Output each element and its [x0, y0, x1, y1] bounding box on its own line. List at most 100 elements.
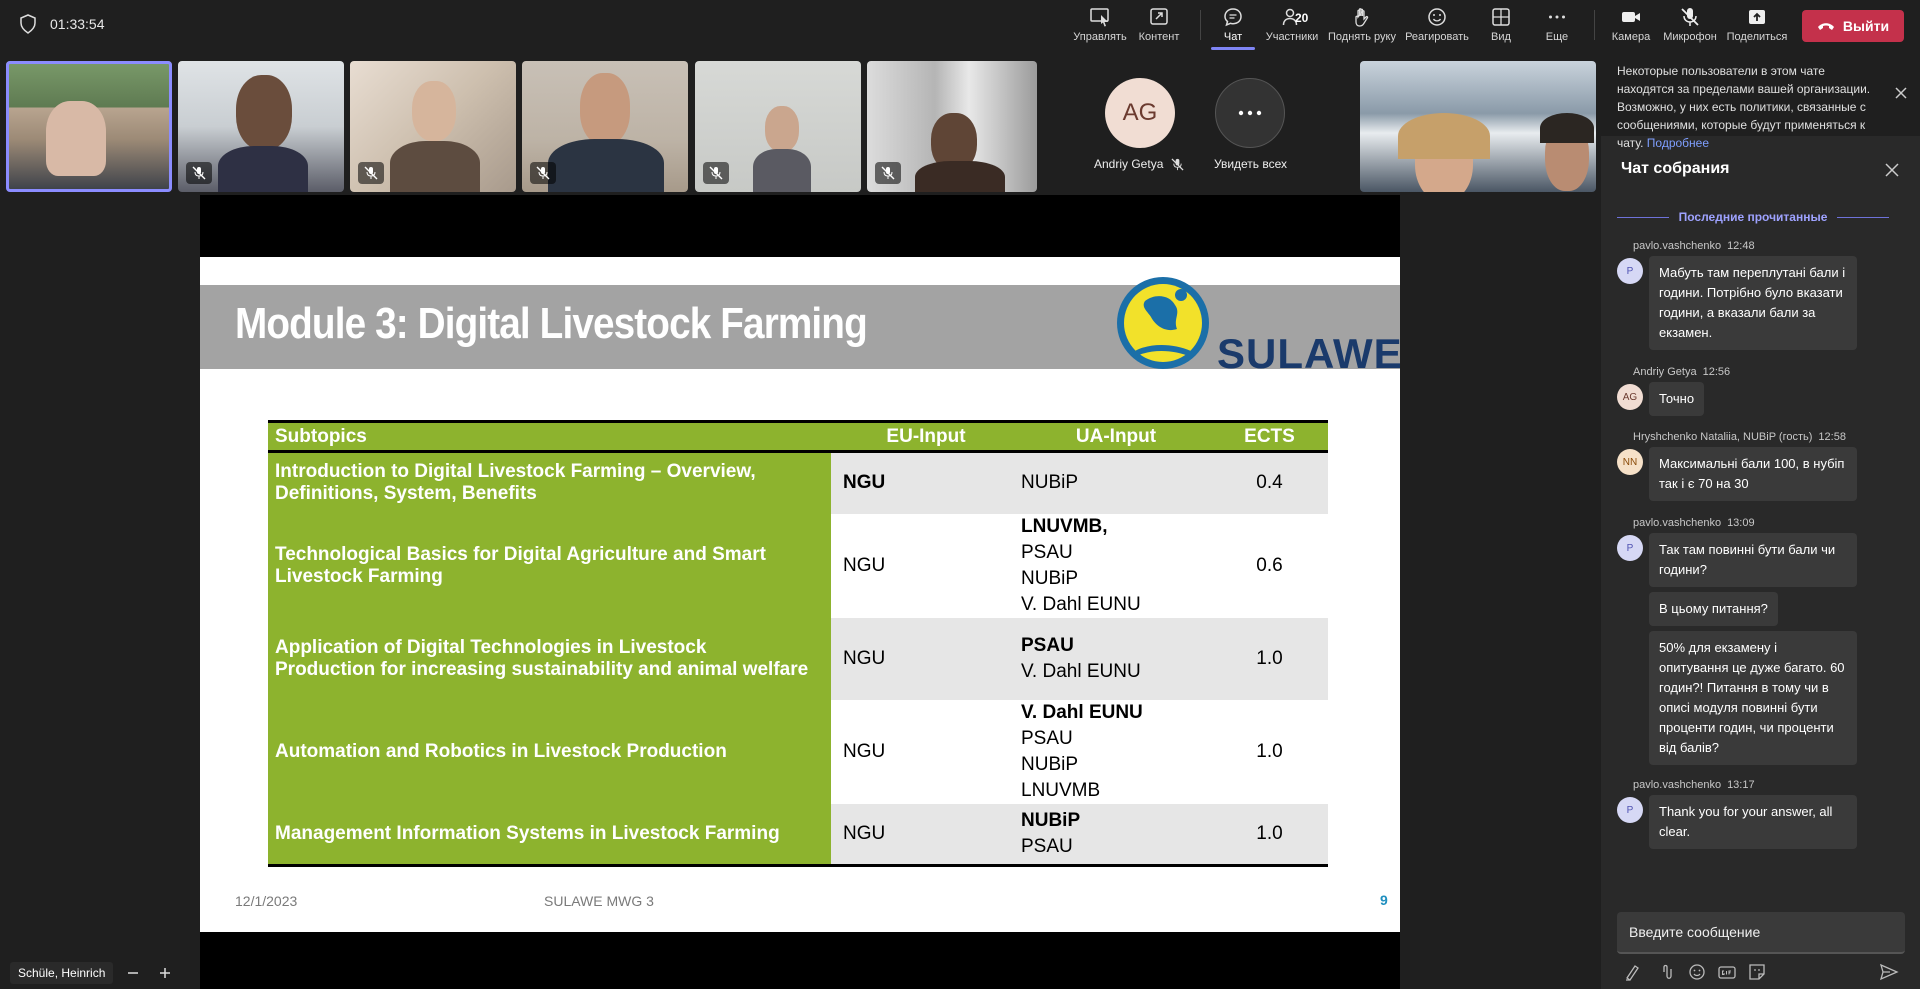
more-button[interactable]: Еще: [1540, 6, 1574, 48]
close-icon[interactable]: [1894, 86, 1908, 100]
see-all-label: Увидеть всех: [1214, 157, 1288, 171]
gif-icon[interactable]: [1717, 962, 1737, 982]
camera-button[interactable]: Камера: [1610, 6, 1652, 48]
ua-rest: PSAU: [1021, 835, 1073, 857]
avatar-initials: AG: [1122, 99, 1158, 126]
muted-indicator: [358, 162, 384, 184]
participant-tile-5[interactable]: [695, 61, 861, 192]
last-read-label: Последние прочитанные: [1678, 210, 1828, 224]
participant-name-andriy: Andriy Getya: [1094, 157, 1184, 171]
message-meta: pavlo.vashchenko 13:09: [1633, 517, 1755, 529]
message-meta: pavlo.vashchenko 12:48: [1633, 240, 1755, 252]
participant-tile-group[interactable]: [1360, 61, 1596, 192]
minus-icon: [128, 972, 138, 974]
avatar: P: [1617, 797, 1643, 823]
last-read-divider: Последние прочитанные: [1617, 210, 1889, 224]
slide-footer-title: SULAWE MWG 3: [544, 893, 654, 909]
participants-button[interactable]: Участники: [1264, 6, 1320, 48]
more-dots-icon: [1238, 110, 1262, 116]
share-button[interactable]: Поделиться: [1727, 6, 1787, 48]
message-meta: Hryshchenko Nataliia, NUBiP (гость) 12:58: [1633, 431, 1846, 443]
see-all-button[interactable]: [1215, 78, 1285, 148]
message-time: 13:17: [1727, 779, 1755, 791]
send-icon[interactable]: [1879, 962, 1899, 982]
chat-message[interactable]: Точно: [1649, 382, 1705, 416]
more-dots-icon: [1549, 15, 1565, 19]
ua-input-cell: NUBiP: [1021, 451, 1211, 514]
chat-message[interactable]: Thank you for your answer, all clear.: [1649, 795, 1857, 849]
camera-icon: [1622, 12, 1640, 22]
zoom-out-button[interactable]: [120, 962, 146, 984]
participant-tile-4[interactable]: [522, 61, 688, 192]
mic-off-icon: [1171, 157, 1184, 171]
content-button[interactable]: Контент: [1135, 6, 1183, 48]
participant-face: [412, 81, 456, 141]
ects-cell: 1.0: [1211, 617, 1328, 700]
chat-message[interactable]: 50% для екзамену і опитування це дуже ба…: [1649, 631, 1857, 765]
ua-rest: NUBiP: [1021, 472, 1079, 494]
message-compose-box[interactable]: Введите сообщение: [1617, 912, 1905, 954]
ects-cell: 0.6: [1256, 554, 1283, 576]
participant-tile-3[interactable]: [350, 61, 516, 192]
shared-screen: Module 3: Digital Livestock Farming SULA…: [200, 195, 1402, 989]
participant-tile-6[interactable]: [867, 61, 1037, 192]
participant-face: [236, 75, 292, 150]
more-label: Еще: [1545, 31, 1569, 43]
meeting-timer: 01:33:54: [50, 16, 105, 32]
chat-panel: Некоторые пользователи в этом чате наход…: [1601, 52, 1920, 989]
chat-message[interactable]: Максимальні бали 100, в нубіп так і є 70…: [1649, 447, 1857, 501]
message-time: 12:48: [1727, 240, 1755, 252]
view-label: Вид: [1491, 31, 1511, 43]
chat-message[interactable]: В цьому питання?: [1649, 592, 1778, 626]
chat-label: Чат: [1223, 31, 1243, 43]
table-row: Introduction to Digital Livestock Farmin…: [268, 451, 1328, 514]
message-meta: Andriy Getya 12:56: [1633, 366, 1730, 378]
chat-message[interactable]: Мабуть там переплутані бали і години. По…: [1649, 256, 1857, 350]
eu-input-cell: NGU: [843, 554, 886, 576]
ua-lead: LNUVMB,: [1021, 515, 1108, 537]
react-button[interactable]: Реагировать: [1405, 6, 1469, 48]
mic-off-icon: [709, 166, 723, 180]
muted-indicator: [530, 162, 556, 184]
participant-tile-schule[interactable]: [6, 61, 172, 192]
chat-message[interactable]: Так там повинні бути бали чи години?: [1649, 533, 1857, 587]
raise-hand-button[interactable]: Поднять руку: [1328, 6, 1396, 48]
control-button[interactable]: Управлять: [1073, 6, 1127, 48]
table-header-row: Subtopics EU-Input UA-Input ECTS: [268, 420, 1328, 453]
slide-title: Module 3: Digital Livestock Farming: [235, 299, 868, 348]
divider-line: [1837, 216, 1889, 218]
eu-input-cell: NGU: [831, 617, 1021, 700]
participant-body: [218, 146, 308, 192]
eu-input-cell: NGU: [831, 803, 1021, 867]
format-pen-icon[interactable]: [1623, 962, 1643, 982]
policy-learn-more-link[interactable]: Подробнее: [1647, 136, 1709, 150]
ua-lead: PSAU: [1021, 634, 1074, 656]
microphone-button[interactable]: Микрофон: [1662, 6, 1718, 48]
chat-button[interactable]: Чат: [1213, 6, 1253, 48]
message-author: pavlo.vashchenko: [1633, 517, 1722, 529]
grid-layout-icon: [1492, 8, 1510, 26]
message-time: 13:09: [1727, 517, 1755, 529]
eu-input-cell: NGU: [831, 451, 1021, 514]
avatar: NN: [1617, 449, 1643, 475]
header-eu-input: EU-Input: [831, 420, 1021, 453]
emoji-icon[interactable]: [1687, 962, 1707, 982]
sticker-icon[interactable]: [1747, 962, 1767, 982]
view-button[interactable]: Вид: [1485, 6, 1517, 48]
leave-button[interactable]: Выйти: [1802, 10, 1904, 42]
ua-lead: V. Dahl EUNU: [1021, 701, 1143, 723]
plus-icon: [160, 968, 170, 978]
cursor-screen-icon: [1090, 8, 1109, 27]
divider-line: [1617, 216, 1669, 218]
avatar-andriy-getya[interactable]: AG: [1105, 78, 1175, 148]
participant-tile-2[interactable]: [178, 61, 344, 192]
subtopic-cell: Management Information Systems in Livest…: [268, 803, 831, 867]
hand-icon: [1355, 8, 1369, 27]
attach-icon[interactable]: [1657, 962, 1677, 982]
close-icon[interactable]: [1884, 162, 1900, 178]
slide-page-number: 9: [1380, 892, 1388, 908]
zoom-in-button[interactable]: [152, 962, 178, 984]
participant-hair: [1398, 113, 1490, 159]
ua-input-cell: NUBiP PSAU: [1021, 803, 1211, 867]
ua-rest: PSAU NUBiP LNUVMB: [1021, 727, 1101, 801]
